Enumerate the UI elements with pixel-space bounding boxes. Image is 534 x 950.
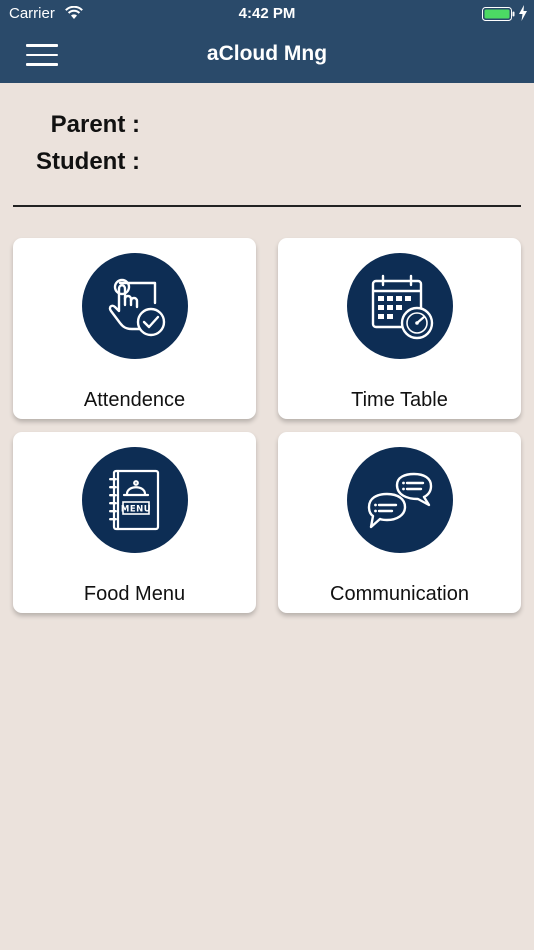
time-table-tile[interactable]: Time Table [278,238,521,419]
food-menu-tile[interactable]: MENU Food Menu [13,432,256,613]
divider [13,205,521,207]
student-label: Student : [36,148,140,175]
menu-book-icon: MENU [82,447,188,553]
food-menu-label: Food Menu [83,583,186,605]
app-title: aCloud Mng [206,42,328,65]
time-table-label: Time Table [351,389,448,411]
charging-bolt-icon [519,5,527,21]
chat-bubbles-icon [347,447,453,553]
top-bar: Carrier 4:42 PM aCloud Mng [0,0,534,83]
parent-label: Parent : [50,111,140,138]
communication-tile[interactable]: Communication [278,432,521,613]
battery-icon [482,7,515,21]
attendance-touch-icon [82,253,188,359]
communication-label: Communication [330,583,469,605]
status-bar: Carrier 4:42 PM [0,0,534,28]
attendance-label: Attendence [83,389,186,411]
svg-text:MENU: MENU [121,505,151,515]
attendance-tile[interactable]: Attendence [13,238,256,419]
status-time: 4:42 PM [238,5,296,22]
calendar-clock-icon [347,253,453,359]
